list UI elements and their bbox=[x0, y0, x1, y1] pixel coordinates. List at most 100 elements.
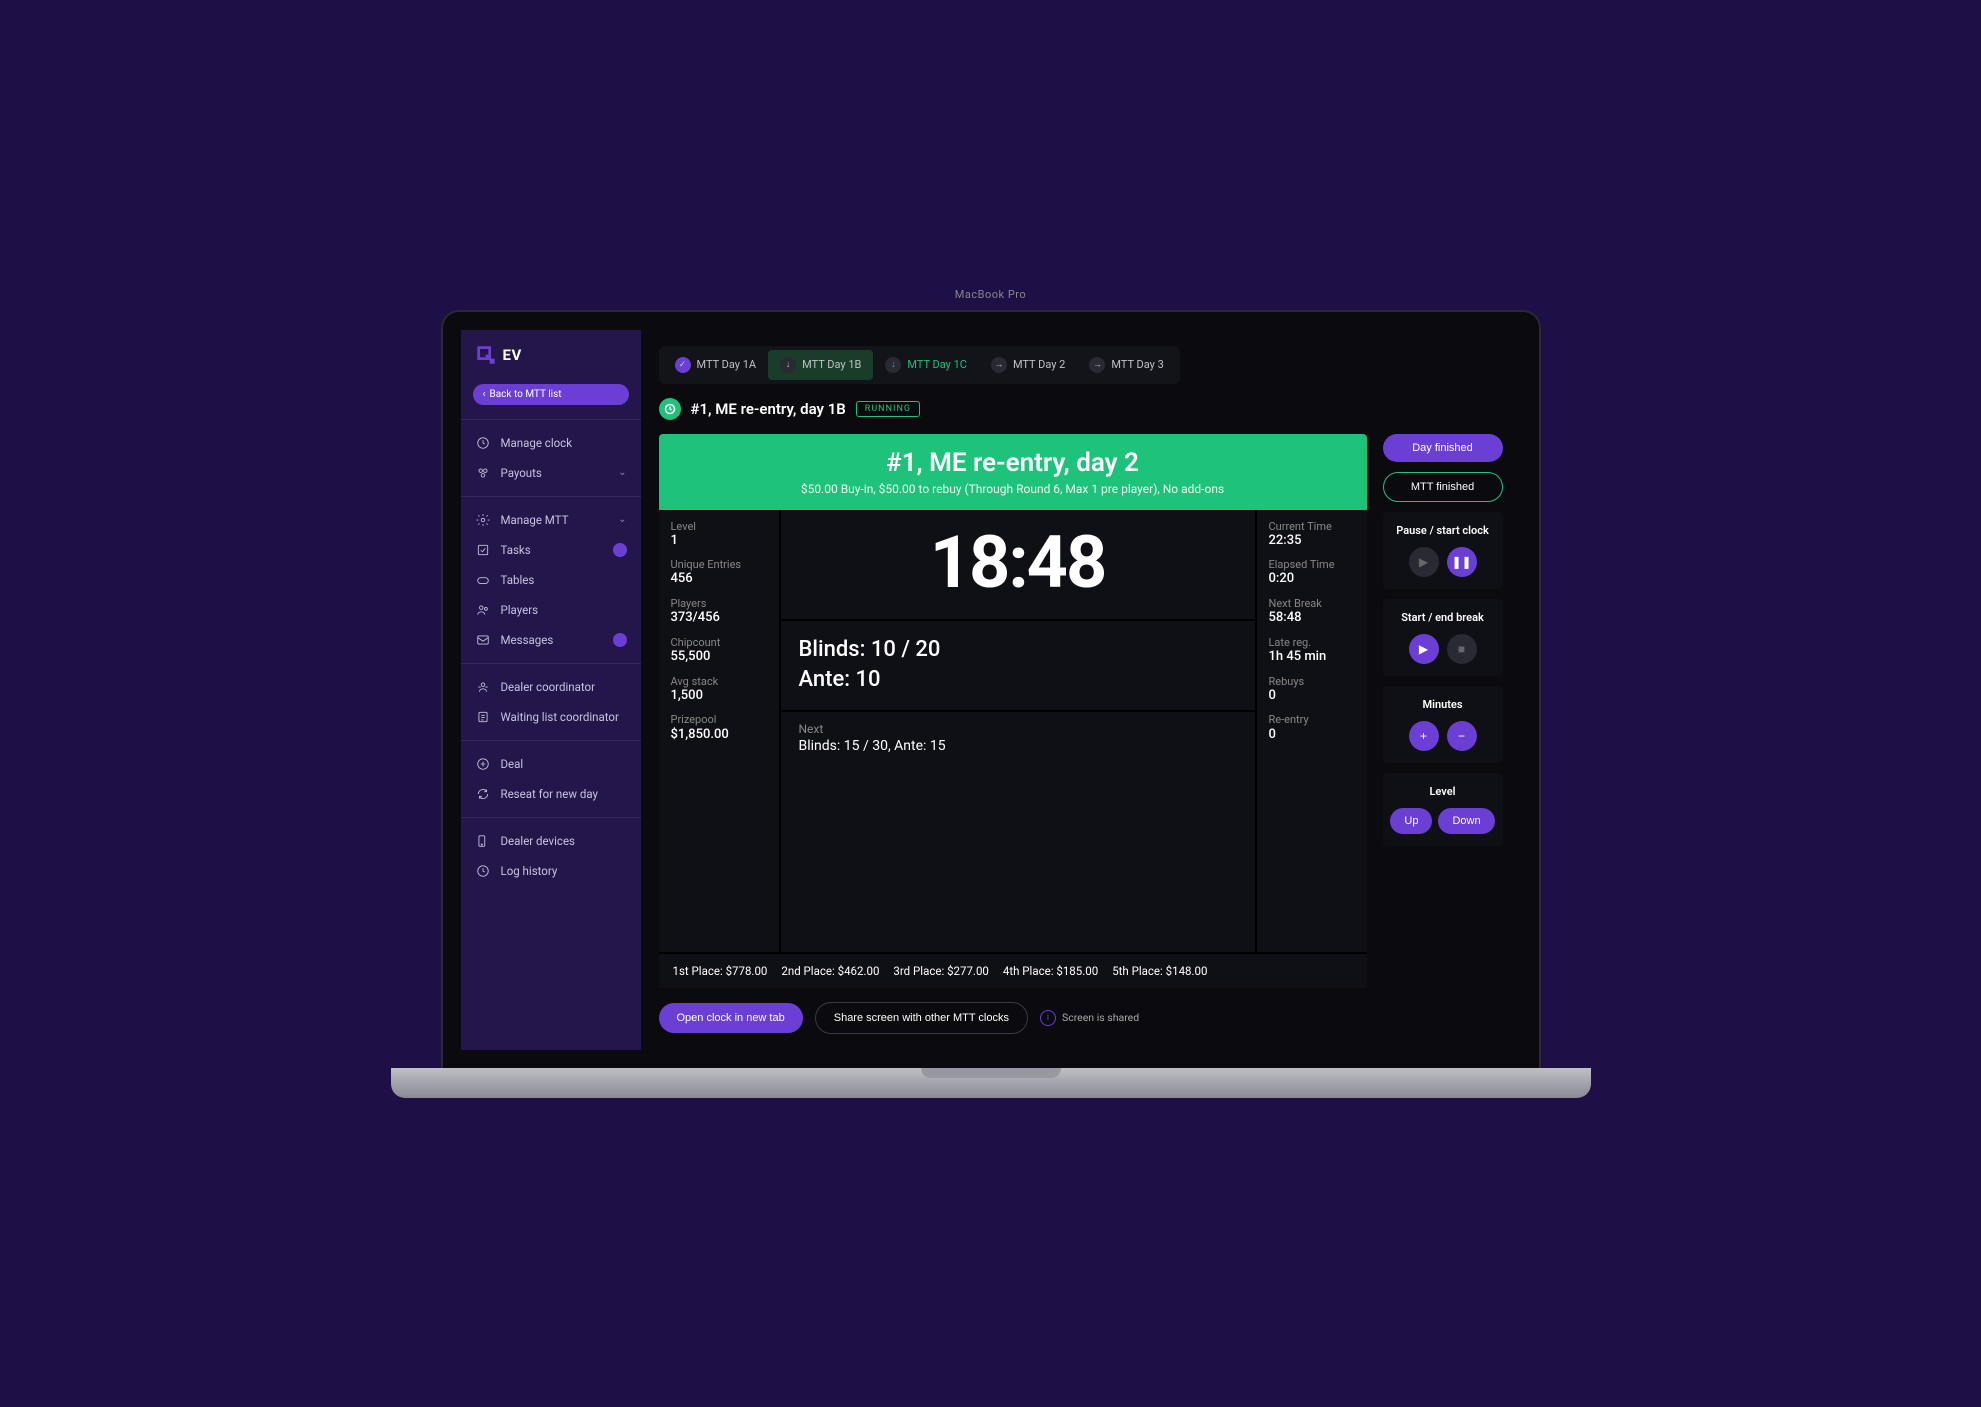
payouts-icon bbox=[475, 465, 491, 481]
arrow-icon: ↓ bbox=[780, 357, 796, 373]
nav-label: Manage clock bbox=[501, 436, 573, 450]
main-content: ✓MTT Day 1A↓MTT Day 1B↓MTT Day 1C→MTT Da… bbox=[641, 330, 1521, 1050]
stat-unique-entries: Unique Entries456 bbox=[671, 558, 767, 587]
stat-value: 58:48 bbox=[1269, 610, 1355, 626]
sidebar-item-tables[interactable]: Tables bbox=[461, 565, 641, 595]
play-icon: ▶ bbox=[1419, 555, 1428, 569]
nav-badge bbox=[613, 543, 627, 557]
sidebar-item-reseat-for-new-day[interactable]: Reseat for new day bbox=[461, 779, 641, 809]
nav-label: Players bbox=[501, 603, 539, 617]
tournament-title: #1, ME re-entry, day 1B bbox=[691, 400, 846, 418]
laptop-screen: EV ‹ Back to MTT list Manage clock Payout… bbox=[441, 310, 1541, 1068]
start-break-button[interactable]: ▶ bbox=[1409, 634, 1439, 664]
end-break-button[interactable]: ■ bbox=[1447, 634, 1477, 664]
level-title: Level bbox=[1395, 785, 1491, 798]
tab-label: MTT Day 3 bbox=[1111, 358, 1163, 371]
app-logo: EV bbox=[461, 344, 641, 384]
level-down-button[interactable]: Down bbox=[1438, 808, 1494, 834]
nav-group: Manage MTT⌄Tasks Tables Players Messages bbox=[461, 496, 641, 663]
back-to-list-button[interactable]: ‹ Back to MTT list bbox=[473, 384, 629, 405]
stat-label: Prizepool bbox=[671, 713, 767, 726]
controls-column: Day finished MTT finished Pause / start … bbox=[1383, 434, 1503, 988]
gear-icon bbox=[475, 512, 491, 528]
tab-mtt-day-1a[interactable]: ✓MTT Day 1A bbox=[663, 350, 769, 380]
info-icon: i bbox=[1040, 1010, 1056, 1026]
tournament-header: #1, ME re-entry, day 1B RUNNING bbox=[659, 398, 1503, 420]
nav-label: Deal bbox=[501, 757, 524, 771]
players-icon bbox=[475, 602, 491, 618]
level-up-button[interactable]: Up bbox=[1390, 808, 1432, 834]
stat-late-reg-: Late reg.1h 45 min bbox=[1269, 636, 1355, 665]
reseat-icon bbox=[475, 786, 491, 802]
stop-icon: ■ bbox=[1458, 642, 1465, 656]
nav-badge bbox=[613, 633, 627, 647]
stats-right: Current Time22:35Elapsed Time0:20Next Br… bbox=[1257, 510, 1367, 952]
laptop-brand-label: MacBook Pro bbox=[955, 288, 1026, 301]
clock-icon bbox=[475, 435, 491, 451]
tab-mtt-day-1c[interactable]: ↓MTT Day 1C bbox=[873, 350, 979, 380]
next-value: Blinds: 15 / 30, Ante: 15 bbox=[799, 738, 1237, 754]
stat-value: 0 bbox=[1269, 727, 1355, 743]
pause-start-title: Pause / start clock bbox=[1395, 524, 1491, 537]
pause-start-panel: Pause / start clock ▶ ❚❚ bbox=[1383, 512, 1503, 589]
sidebar-item-waiting-list-coordinator[interactable]: Waiting list coordinator bbox=[461, 702, 641, 732]
nav-group: Dealer coordinatorWaiting list coordinat… bbox=[461, 663, 641, 740]
day-finished-button[interactable]: Day finished bbox=[1383, 434, 1503, 462]
chevron-down-icon: ⌄ bbox=[618, 514, 626, 525]
stat-prizepool: Prizepool$1,850.00 bbox=[671, 713, 767, 742]
play-clock-button[interactable]: ▶ bbox=[1409, 547, 1439, 577]
sidebar: EV ‹ Back to MTT list Manage clock Payout… bbox=[461, 330, 641, 1050]
tab-label: MTT Day 1B bbox=[802, 358, 861, 371]
add-minute-button[interactable]: + bbox=[1409, 721, 1439, 751]
next-panel: Next Blinds: 15 / 30, Ante: 15 bbox=[781, 712, 1255, 951]
dealer-icon bbox=[475, 679, 491, 695]
mtt-finished-button[interactable]: MTT finished bbox=[1383, 472, 1503, 502]
stats-left: Level1Unique Entries456Players373/456Chi… bbox=[659, 510, 779, 952]
nav-label: Reseat for new day bbox=[501, 787, 598, 801]
sidebar-item-players[interactable]: Players bbox=[461, 595, 641, 625]
banner-title: #1, ME re-entry, day 2 bbox=[677, 448, 1349, 478]
sidebar-item-messages[interactable]: Messages bbox=[461, 625, 641, 655]
tab-mtt-day-1b[interactable]: ↓ MTT Day 1B bbox=[768, 350, 873, 380]
tab-mtt-day-3[interactable]: →MTT Day 3 bbox=[1077, 350, 1175, 380]
running-icon bbox=[659, 398, 681, 420]
chevron-down-icon: ⌄ bbox=[618, 467, 626, 478]
status-badge: RUNNING bbox=[856, 401, 920, 417]
stat-elapsed-time: Elapsed Time0:20 bbox=[1269, 558, 1355, 587]
stat-label: Elapsed Time bbox=[1269, 558, 1355, 571]
next-label: Next bbox=[799, 722, 1237, 736]
sidebar-item-deal[interactable]: Deal bbox=[461, 749, 641, 779]
subtract-minute-button[interactable]: − bbox=[1447, 721, 1477, 751]
arrow-icon: → bbox=[991, 357, 1007, 373]
sidebar-item-manage-mtt[interactable]: Manage MTT⌄ bbox=[461, 505, 641, 535]
arrow-icon: ↓ bbox=[885, 357, 901, 373]
pause-clock-button[interactable]: ❚❚ bbox=[1447, 547, 1477, 577]
stat-label: Unique Entries bbox=[671, 558, 767, 571]
clock-column: #1, ME re-entry, day 2 $50.00 Buy-in, $5… bbox=[659, 434, 1367, 988]
open-new-tab-button[interactable]: Open clock in new tab bbox=[659, 1003, 803, 1033]
nav-group: Deal Reseat for new day bbox=[461, 740, 641, 817]
minutes-title: Minutes bbox=[1395, 698, 1491, 711]
sidebar-item-payouts[interactable]: Payouts ⌄ bbox=[461, 458, 641, 488]
sidebar-item-dealer-devices[interactable]: Dealer devices bbox=[461, 826, 641, 856]
stat-value: 1,500 bbox=[671, 688, 767, 704]
stat-value: 1 bbox=[671, 533, 767, 549]
tab-mtt-day-2[interactable]: →MTT Day 2 bbox=[979, 350, 1077, 380]
sidebar-item-dealer-coordinator[interactable]: Dealer coordinator bbox=[461, 672, 641, 702]
nav-label: Payouts bbox=[501, 466, 542, 480]
share-screen-button[interactable]: Share screen with other MTT clocks bbox=[815, 1002, 1028, 1034]
footer-row: Open clock in new tab Share screen with … bbox=[659, 1002, 1503, 1034]
stat-rebuys: Rebuys0 bbox=[1269, 675, 1355, 704]
stat-value: 1h 45 min bbox=[1269, 649, 1355, 665]
stat-value: $1,850.00 bbox=[671, 727, 767, 743]
play-icon: ▶ bbox=[1419, 642, 1428, 656]
sidebar-item-manage-clock[interactable]: Manage clock bbox=[461, 428, 641, 458]
stat-value: 456 bbox=[671, 571, 767, 587]
day-tabs: ✓MTT Day 1A↓MTT Day 1B↓MTT Day 1C→MTT Da… bbox=[659, 346, 1180, 384]
stat-label: Avg stack bbox=[671, 675, 767, 688]
nav-label: Messages bbox=[501, 633, 554, 647]
sidebar-item-log-history[interactable]: Log history bbox=[461, 856, 641, 886]
sidebar-item-tasks[interactable]: Tasks bbox=[461, 535, 641, 565]
nav-label: Log history bbox=[501, 864, 558, 878]
stat-next-break: Next Break58:48 bbox=[1269, 597, 1355, 626]
